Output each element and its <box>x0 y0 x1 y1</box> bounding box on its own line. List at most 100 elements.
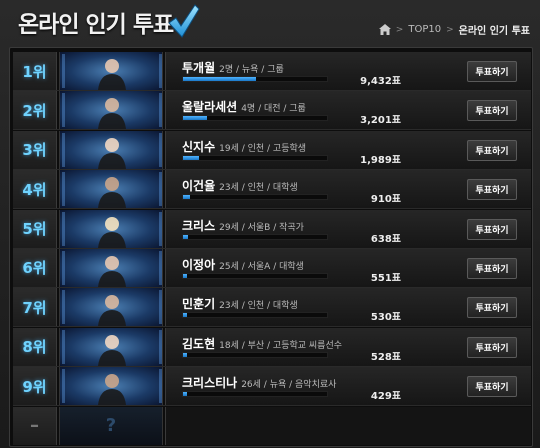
vote-count: 9,432표 <box>360 76 401 87</box>
rank-label: 9위 <box>13 367 57 406</box>
vote-progress-bar <box>182 351 328 358</box>
ranking-row: 2위 울랄라세션 4명 / 대전 / 그룹 3,201표 투표하기 <box>13 91 531 131</box>
empty-ranking-row: – ? <box>13 406 531 446</box>
contestant-name: 이건율 <box>182 179 216 194</box>
vote-button[interactable]: 투표하기 <box>467 61 517 82</box>
vote-ranking-list: 1위 투개월 2명 / 뉴욕 / 그룹 9,432표 투표하기 2위 울랄라세션… <box>9 47 533 447</box>
empty-info <box>165 406 531 445</box>
contestant-photo[interactable] <box>59 52 163 90</box>
person-silhouette-icon <box>62 132 162 169</box>
contestant-photo[interactable] <box>59 170 163 209</box>
contestant-photo[interactable] <box>59 91 163 130</box>
breadcrumb-separator: > <box>446 24 454 35</box>
contestant-name: 투개월 <box>182 61 216 75</box>
breadcrumb: > TOP10 > 온라인 인기 투표 <box>378 22 530 37</box>
vote-progress-fill <box>183 352 188 357</box>
contestant-photo[interactable] <box>59 209 163 248</box>
vote-button[interactable]: 투표하기 <box>467 100 517 122</box>
contestant-name: 울랄라세션 <box>182 100 238 115</box>
ranking-row: 8위 김도현 18세 / 부산 / 고등학교 씨름선수 528표 투표하기 <box>13 327 531 367</box>
person-silhouette-icon <box>62 93 162 130</box>
rank-label: 1위 <box>13 52 57 90</box>
vote-button[interactable]: 투표하기 <box>467 257 517 279</box>
page-title: 온라인 인기 투표 <box>18 12 174 38</box>
contestant-meta: 25세 / 서울A / 대학생 <box>219 261 304 272</box>
rank-label: 6위 <box>13 248 57 287</box>
vote-button[interactable]: 투표하기 <box>467 336 517 358</box>
breadcrumb-current: 온라인 인기 투표 <box>458 26 530 37</box>
vote-count: 638표 <box>370 233 401 245</box>
contestant-name: 이정아 <box>182 257 216 272</box>
vote-count: 1,989표 <box>360 154 401 166</box>
vote-count: 3,201표 <box>360 115 401 127</box>
contestant-name: 민훈기 <box>182 297 216 312</box>
rank-label: 3위 <box>13 130 57 169</box>
page-header: 온라인 인기 투표 > TOP10 > 온라인 인기 투표 <box>0 0 540 44</box>
vote-button[interactable]: 투표하기 <box>467 376 517 398</box>
vote-progress-fill <box>183 195 191 200</box>
contestant-name: 크리스티나 <box>182 376 238 391</box>
vote-progress-fill <box>183 392 187 397</box>
contestant-meta: 23세 / 인천 / 대학생 <box>219 183 298 194</box>
contestant-name: 김도현 <box>182 336 216 351</box>
contestant-meta: 2명 / 뉴욕 / 그룹 <box>219 65 284 75</box>
rank-label: 5위 <box>13 209 57 248</box>
vote-count: 530표 <box>370 312 401 324</box>
ranking-row: 9위 크리스티나 26세 / 뉴욕 / 음악치료사 429표 투표하기 <box>13 367 531 407</box>
vote-count: 910표 <box>370 194 401 206</box>
vote-count: 528표 <box>370 351 401 363</box>
breadcrumb-top10-link[interactable]: TOP10 <box>408 24 441 35</box>
contestant-meta: 18세 / 부산 / 고등학교 씨름선수 <box>219 340 343 351</box>
contestant-meta: 23세 / 인천 / 대학생 <box>219 301 298 312</box>
ranking-row: 6위 이정아 25세 / 서울A / 대학생 551표 투표하기 <box>13 248 531 288</box>
person-silhouette-icon <box>62 250 162 287</box>
contestant-info: 투개월 2명 / 뉴욕 / 그룹 9,432표 투표하기 <box>165 52 531 90</box>
contestant-info: 울랄라세션 4명 / 대전 / 그룹 3,201표 투표하기 <box>165 91 531 130</box>
rank-label: 8위 <box>13 327 57 366</box>
contestant-info: 크리스티나 26세 / 뉴욕 / 음악치료사 429표 투표하기 <box>165 367 531 406</box>
vote-progress-fill <box>183 116 208 121</box>
contestant-photo[interactable] <box>59 288 163 327</box>
person-silhouette-icon <box>62 172 162 209</box>
contestant-info: 민훈기 23세 / 인천 / 대학생 530표 투표하기 <box>165 288 531 327</box>
vote-progress-bar <box>182 115 328 122</box>
ranking-row: 5위 크리스 29세 / 서울B / 작곡가 638표 투표하기 <box>13 209 531 249</box>
vote-count: 551표 <box>370 272 401 284</box>
vote-button[interactable]: 투표하기 <box>467 179 517 201</box>
contestant-photo[interactable] <box>59 367 163 406</box>
contestant-info: 신지수 19세 / 인천 / 고등학생 1,989표 투표하기 <box>165 130 531 169</box>
rank-label: – <box>13 406 57 445</box>
vote-button[interactable]: 투표하기 <box>467 139 517 161</box>
vote-button[interactable]: 투표하기 <box>467 218 517 240</box>
breadcrumb-separator: > <box>395 24 404 35</box>
contestant-photo[interactable] <box>59 248 163 287</box>
contestant-info: 이정아 25세 / 서울A / 대학생 551표 투표하기 <box>165 248 531 287</box>
rank-label: 2위 <box>13 91 57 130</box>
vote-button[interactable]: 투표하기 <box>467 297 517 319</box>
vote-progress-fill <box>183 313 188 318</box>
vote-progress-fill <box>183 77 257 81</box>
checkmark-icon <box>168 4 200 38</box>
contestant-photo[interactable] <box>59 130 163 169</box>
vote-progress-fill <box>183 273 188 278</box>
contestant-info: 이건율 23세 / 인천 / 대학생 910표 투표하기 <box>165 170 531 209</box>
contestant-info: 크리스 29세 / 서울B / 작곡가 638표 투표하기 <box>165 209 531 248</box>
person-silhouette-icon <box>62 54 162 90</box>
rank-label: 4위 <box>13 170 57 209</box>
contestant-meta: 29세 / 서울B / 작곡가 <box>219 222 304 233</box>
vote-progress-fill <box>183 155 199 160</box>
ranking-row: 4위 이건율 23세 / 인천 / 대학생 910표 투표하기 <box>13 170 531 210</box>
person-silhouette-icon <box>62 329 162 366</box>
vote-progress-bar <box>182 312 328 319</box>
vote-count: 429표 <box>370 391 401 403</box>
question-mark: ? <box>105 414 117 436</box>
home-icon[interactable] <box>378 24 391 35</box>
vote-progress-bar <box>182 391 328 398</box>
person-silhouette-icon <box>62 211 162 248</box>
contestant-photo[interactable] <box>59 327 163 366</box>
vote-progress-bar <box>182 76 328 82</box>
ranking-row: 1위 투개월 2명 / 뉴욕 / 그룹 9,432표 투표하기 <box>13 52 531 91</box>
ranking-row: 7위 민훈기 23세 / 인천 / 대학생 530표 투표하기 <box>13 288 531 328</box>
contestant-meta: 26세 / 뉴욕 / 음악치료사 <box>241 380 337 391</box>
contestant-meta: 4명 / 대전 / 그룹 <box>241 104 306 115</box>
